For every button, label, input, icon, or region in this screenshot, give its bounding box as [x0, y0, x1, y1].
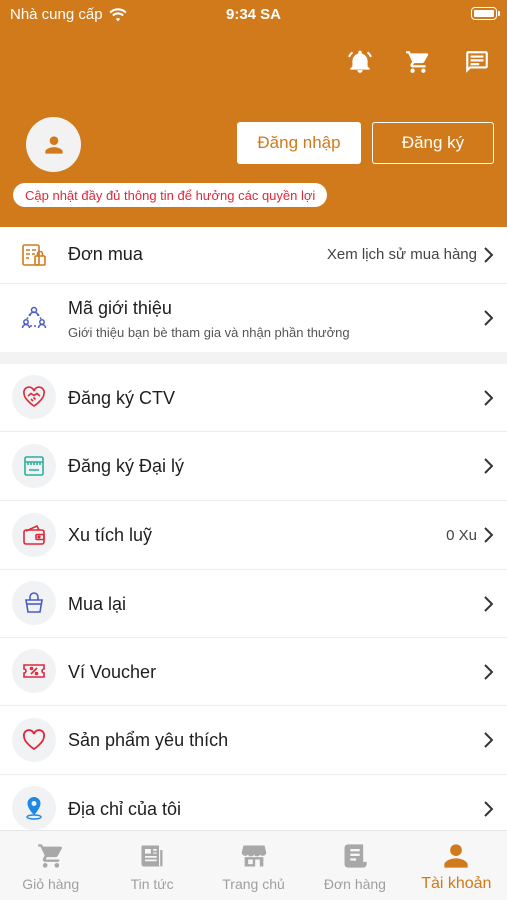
chevron-right-icon	[483, 596, 494, 612]
chevron-right-icon	[483, 310, 494, 326]
menu-item-label: Đăng ký CTV	[68, 388, 176, 408]
tab-label: Đơn hàng	[323, 876, 386, 892]
bottom-tab-bar: Giỏ hàng Tin tức Trang chủ Đơn hàng Tài …	[0, 830, 507, 900]
tab-news[interactable]: Tin tức	[101, 831, 202, 900]
register-button[interactable]: Đăng ký	[372, 122, 494, 164]
referral-network-icon	[12, 296, 56, 340]
chevron-right-icon	[483, 247, 494, 263]
chevron-right-icon	[483, 801, 494, 817]
heart-handshake-icon	[12, 375, 56, 419]
tab-label: Trang chủ	[222, 876, 285, 892]
shop-icon	[241, 845, 266, 867]
cart-icon[interactable]	[403, 47, 433, 77]
bag-icon	[12, 581, 56, 625]
order-list-icon	[12, 233, 56, 277]
tab-home[interactable]: Trang chủ	[203, 831, 304, 900]
chevron-right-icon	[483, 390, 494, 406]
menu-item-label: Ví Voucher	[68, 662, 157, 682]
menu-item-label: Mua lại	[68, 594, 127, 614]
menu-item-label: Địa chỉ của tôi	[68, 799, 182, 819]
battery-icon	[471, 7, 500, 20]
message-icon[interactable]	[462, 47, 492, 77]
location-pin-icon	[12, 786, 56, 830]
cart-icon	[37, 844, 62, 868]
chevron-right-icon	[483, 458, 494, 474]
menu-row-voucher[interactable]: Ví Voucher	[0, 638, 507, 705]
menu-row-coins[interactable]: Xu tích luỹ 0 Xu	[0, 501, 507, 569]
wallet-icon	[12, 513, 56, 557]
news-icon	[141, 845, 163, 867]
menu-item-label: Sản phẩm yêu thích	[68, 730, 229, 750]
menu-item-label: Xu tích luỹ	[68, 525, 153, 545]
section-gap	[0, 352, 507, 364]
orders-label: Đơn mua	[68, 244, 143, 264]
user-icon	[44, 135, 63, 154]
status-time: 9:34 SA	[225, 6, 282, 23]
order-history-link[interactable]: Xem lịch sử mua hàng	[327, 246, 477, 263]
referral-label: Mã giới thiệu	[68, 298, 172, 318]
menu-row-favorites[interactable]: Sản phẩm yêu thích	[0, 706, 507, 774]
store-icon	[12, 444, 56, 488]
chevron-right-icon	[483, 732, 494, 748]
menu-item-label: Đăng ký Đại lý	[68, 456, 185, 476]
menu-row-address[interactable]: Địa chỉ của tôi	[0, 775, 507, 830]
avatar[interactable]	[26, 117, 81, 172]
voucher-icon	[12, 649, 56, 693]
login-button[interactable]: Đăng nhập	[237, 122, 361, 164]
menu-row-ctv[interactable]: Đăng ký CTV	[0, 364, 507, 431]
heart-icon	[12, 718, 56, 762]
chevron-right-icon	[483, 664, 494, 680]
menu-row-agency[interactable]: Đăng ký Đại lý	[0, 432, 507, 500]
account-header: Nhà cung cấp 9:34 SA Đăng nhập Đăng ký C…	[0, 0, 507, 227]
tab-account[interactable]: Tài khoản	[406, 831, 507, 900]
coin-balance: 0 Xu	[446, 527, 477, 544]
tab-label: Tài khoản	[421, 875, 492, 892]
menu-row-orders[interactable]: Đơn mua Xem lịch sử mua hàng	[0, 227, 507, 283]
tab-cart[interactable]: Giỏ hàng	[0, 831, 101, 900]
receipt-icon	[344, 844, 367, 868]
menu-row-rebuy[interactable]: Mua lại	[0, 570, 507, 637]
bell-icon[interactable]	[345, 47, 375, 77]
status-bar: Nhà cung cấp 9:34 SA	[0, 0, 507, 30]
chevron-right-icon	[483, 527, 494, 543]
user-icon	[444, 844, 468, 868]
tab-label: Tin tức	[130, 876, 174, 892]
profile-promo-banner[interactable]: Cập nhật đầy đủ thông tin để hưởng các q…	[13, 183, 328, 207]
tab-orders[interactable]: Đơn hàng	[304, 831, 405, 900]
tab-label: Giỏ hàng	[22, 876, 80, 892]
menu-row-referral[interactable]: Mã giới thiệu Giới thiệu bạn bè tham gia…	[0, 284, 507, 352]
referral-subtitle: Giới thiệu bạn bè tham gia và nhận phần …	[68, 325, 350, 340]
